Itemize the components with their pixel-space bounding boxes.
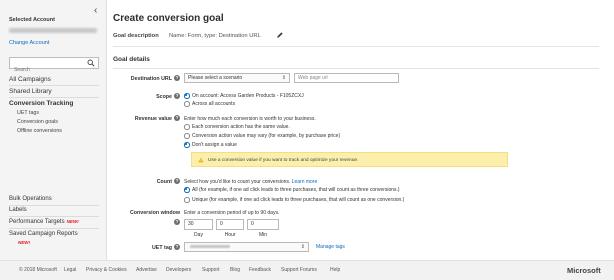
footer-link-help[interactable]: Help [330, 267, 340, 273]
sidebar-subitem-uet-tags[interactable]: UET tags [17, 110, 39, 116]
scope-radio-all-accounts[interactable] [184, 101, 190, 107]
scope-radio-on-account[interactable] [184, 93, 190, 99]
goal-details-title: Goal details [113, 56, 150, 63]
footer-link-support[interactable]: Support [202, 267, 220, 273]
sidebar-subitem-offline-conversions[interactable]: Offline conversions [17, 128, 62, 134]
min-label: Min [258, 232, 268, 238]
help-icon[interactable]: ? [174, 178, 180, 184]
footer-link-privacy[interactable]: Privacy & Cookies [86, 267, 127, 273]
scenario-select-value: Please select a scenario [188, 75, 243, 81]
hour-label: Hour [224, 232, 236, 238]
sidebar-item-conversion-tracking[interactable]: Conversion Tracking [9, 100, 73, 107]
count-radio-all[interactable] [184, 187, 190, 193]
warning-icon [198, 157, 204, 163]
count-intro: Select how you'd like to count your conv… [184, 179, 317, 185]
sidebar-item-shared-library[interactable]: Shared Library [9, 88, 52, 95]
revenue-option-same-value: Each conversion action has the same valu… [192, 124, 290, 130]
change-account-link[interactable]: Change Account [9, 40, 49, 46]
sidebar-subitem-conversion-goals[interactable]: Conversion goals [17, 119, 58, 125]
select-arrows-icon: ⇕ [300, 244, 305, 250]
count-radio-unique[interactable] [184, 197, 190, 203]
new-badge: NEW! [66, 219, 79, 224]
performance-targets-label: Performance Targets [9, 219, 65, 225]
footer-link-developers[interactable]: Developers [166, 267, 191, 273]
sidebar-divider [9, 85, 99, 86]
conversion-window-hour-input[interactable]: 0 [216, 219, 244, 230]
footer-link-support-forums[interactable]: Support Forums [281, 267, 317, 273]
sidebar-item-all-campaigns[interactable]: All Campaigns [9, 76, 51, 83]
help-icon[interactable]: ? [174, 244, 180, 250]
selected-account-label: Selected Account [9, 17, 55, 23]
revenue-radio-same-value[interactable] [184, 124, 190, 130]
conversion-window-min-input[interactable]: 0 [247, 219, 279, 230]
sidebar-item-labels[interactable]: Labels [9, 207, 27, 213]
count-option-all: All (for example, if one ad click leads … [192, 187, 400, 193]
day-label: Day [194, 232, 203, 238]
microsoft-logo: Microsoft [567, 266, 601, 275]
help-icon[interactable]: ? [174, 75, 180, 81]
conversion-window-intro: Enter a conversion period of up to 90 da… [184, 210, 280, 216]
sidebar-divider [9, 205, 99, 206]
collapse-sidebar-button[interactable]: ‹ [94, 6, 97, 16]
learn-more-link[interactable]: Learn more [292, 179, 318, 185]
pencil-icon[interactable] [276, 31, 284, 39]
sidebar-item-saved-campaign-reports[interactable]: Saved Campaign Reports [9, 231, 78, 237]
revenue-value-label: Revenue value [134, 116, 172, 122]
revenue-warning-banner: Use a conversion value if you want to tr… [191, 152, 508, 167]
scope-label: Scope [156, 94, 172, 100]
revenue-value-intro: Enter how much each conversion is worth … [184, 116, 316, 122]
footer-copyright: © 2018 Microsoft [19, 267, 57, 273]
help-icon[interactable]: ? [174, 115, 180, 121]
revenue-warning-text: Use a conversion value if you want to tr… [208, 157, 359, 163]
footer-link-advertise[interactable]: Advertise [136, 267, 157, 273]
conversion-window-day-input[interactable]: 30 [184, 219, 213, 230]
help-icon[interactable]: ? [174, 219, 180, 225]
footer-link-blog[interactable]: Blog [230, 267, 240, 273]
revenue-option-value-varies: Conversion action value may vary (for ex… [192, 133, 341, 139]
revenue-radio-no-value[interactable] [184, 142, 190, 148]
select-arrows-icon: ⇕ [281, 75, 286, 81]
new-badge: NEW! [18, 240, 30, 245]
goal-description-label: Goal description [113, 33, 159, 39]
sidebar-divider [9, 216, 99, 217]
footer-link-legal[interactable]: Legal [64, 267, 76, 273]
revenue-option-no-value: Don't assign a value [192, 142, 237, 148]
uet-tag-label: UET tag [151, 245, 172, 251]
destination-url-input[interactable]: Web page url [294, 73, 399, 83]
sidebar: ‹ Selected Account Change Account All Ca… [0, 0, 107, 260]
sidebar-item-performance-targets[interactable]: Performance Targets NEW! [9, 219, 79, 225]
footer-link-feedback[interactable]: Feedback [249, 267, 271, 273]
uet-tag-value-redacted [190, 245, 230, 248]
revenue-radio-value-varies[interactable] [184, 133, 190, 139]
divider [113, 68, 599, 69]
sidebar-item-bulk-operations[interactable]: Bulk Operations [9, 196, 52, 202]
divider [113, 46, 599, 47]
sidebar-search[interactable] [9, 57, 99, 75]
footer: © 2018 Microsoft Legal Privacy & Cookies… [0, 260, 614, 280]
help-icon[interactable]: ? [174, 93, 180, 99]
manage-tags-link[interactable]: Manage tags [316, 244, 345, 250]
sidebar-search-input[interactable] [10, 65, 82, 75]
destination-url-scenario-select[interactable]: Please select a scenario ⇕ [184, 73, 290, 83]
count-option-unique: Unique (for example, if one ad click lea… [192, 197, 405, 203]
conversion-window-label: Conversion window [129, 210, 180, 216]
search-icon[interactable] [87, 59, 95, 67]
page-title: Create conversion goal [113, 13, 224, 24]
scope-option-all-accounts: Across all accounts [192, 101, 236, 107]
sidebar-divider [9, 97, 99, 98]
account-name-redacted [9, 28, 97, 33]
goal-description-value: Name: Form, type: Destination URL [169, 33, 261, 39]
sidebar-divider [9, 228, 99, 229]
count-label: Count [156, 179, 172, 185]
count-intro-text: Select how you'd like to count your conv… [184, 179, 291, 185]
scope-option-on-account: On account: Access Garden Products - F10… [192, 93, 304, 99]
destination-url-label: Destination URL [130, 76, 172, 82]
